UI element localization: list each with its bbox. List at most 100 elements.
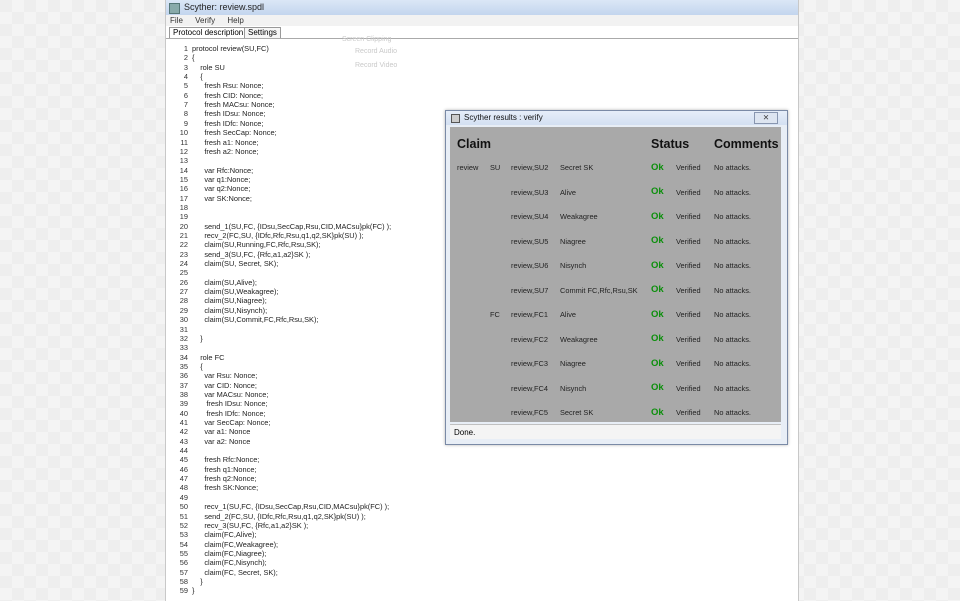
- code-line[interactable]: 47 fresh q2:Nonce;: [166, 474, 257, 484]
- code-line[interactable]: 43 var a2: Nonce: [166, 436, 251, 447]
- code-line[interactable]: 2{: [166, 53, 195, 63]
- result-id: review,FC3: [511, 359, 548, 368]
- line-number: 14: [179, 165, 188, 175]
- code-line[interactable]: 17 var SK:Nonce;: [166, 194, 252, 204]
- code-line[interactable]: 12 fresh a2: Nonce;: [166, 147, 259, 157]
- code-line[interactable]: 58 }: [166, 577, 203, 587]
- result-id: review,FC5: [511, 408, 548, 417]
- code-line[interactable]: 9 fresh IDfc: Nonce;: [166, 119, 264, 129]
- code-line[interactable]: 4 {: [166, 72, 203, 82]
- code-line[interactable]: 11 fresh a1: Nonce;: [166, 137, 258, 148]
- code-text: role SU: [192, 62, 225, 72]
- code-text: {: [192, 72, 203, 82]
- code-line[interactable]: 10 fresh SecCap: Nonce;: [166, 128, 277, 138]
- code-line[interactable]: 14 var Rfc:Nonce;: [166, 166, 253, 176]
- result-protocol: review: [457, 163, 479, 172]
- code-line[interactable]: 46 fresh q1:Nonce;: [166, 465, 257, 475]
- line-number: 28: [179, 296, 188, 306]
- code-text: fresh a2: Nonce;: [192, 146, 259, 156]
- code-line[interactable]: 52 recv_3(SU,FC, {Rfc,a1,a2}SK );: [166, 521, 308, 531]
- close-button[interactable]: ⨯: [754, 112, 778, 124]
- code-line[interactable]: 30 claim(SU,Commit,FC,Rfc,Rsu,SK);: [166, 315, 319, 325]
- code-line[interactable]: 6 fresh CID: Nonce;: [166, 91, 263, 101]
- line-number: 53: [179, 530, 188, 540]
- code-line[interactable]: 21 recv_2(FC,SU, {IDfc,Rfc,Rsu,q1,q2,SK}…: [166, 231, 364, 241]
- code-line[interactable]: 50 recv_1(SU,FC, {IDsu,SecCap,Rsu,CID,MA…: [166, 502, 389, 512]
- header-status: Status: [651, 137, 690, 151]
- code-line[interactable]: 48 fresh SK:Nonce;: [166, 483, 258, 493]
- code-text: claim(SU,Running,FC,Rfc,Rsu,SK);: [192, 240, 321, 250]
- code-line[interactable]: 3 role SU: [166, 63, 225, 73]
- code-line[interactable]: 1 protocol review(SU,FC): [166, 44, 269, 54]
- code-line[interactable]: 35 {: [166, 362, 203, 372]
- code-text: fresh MACsu: Nonce;: [192, 100, 275, 110]
- code-line[interactable]: 39 fresh IDsu: Nonce;: [166, 399, 268, 409]
- code-text: var a2: Nonce: [192, 436, 251, 446]
- code-line[interactable]: 18: [166, 203, 192, 213]
- code-line[interactable]: 27 claim(SU,Weakagree);: [166, 287, 279, 297]
- code-line[interactable]: 53 claim(FC,Alive);: [166, 530, 257, 540]
- code-line[interactable]: 45 fresh Rfc:Nonce;: [166, 455, 260, 465]
- code-text: claim(SU,Alive);: [192, 277, 257, 287]
- line-number: 11: [180, 137, 188, 147]
- code-line[interactable]: 36 var Rsu: Nonce;: [166, 371, 258, 381]
- code-line[interactable]: 25: [166, 268, 192, 278]
- code-line[interactable]: 24 claim(SU, Secret, SK);: [166, 259, 278, 269]
- code-line[interactable]: 38 var MACsu: Nonce;: [166, 390, 269, 400]
- line-number: 17: [179, 193, 188, 203]
- code-line[interactable]: 26 claim(SU,Alive);: [166, 278, 257, 288]
- code-line[interactable]: 19: [166, 212, 192, 222]
- code-line[interactable]: 57 claim(FC, Secret, SK);: [166, 568, 278, 578]
- code-line[interactable]: 34 role FC: [166, 352, 225, 363]
- menu-help[interactable]: Help: [227, 16, 243, 25]
- result-ok: Ok: [651, 259, 664, 271]
- code-line[interactable]: 23 send_3(SU,FC, {Rfc,a1,a2}SK );: [166, 250, 311, 260]
- line-number: 21: [179, 231, 188, 240]
- code-line[interactable]: 59}: [166, 586, 195, 596]
- code-line[interactable]: 22 claim(SU,Running,FC,Rfc,Rsu,SK);: [166, 240, 321, 250]
- code-text: var SK:Nonce;: [192, 193, 252, 203]
- result-claim: Alive: [560, 310, 577, 319]
- tab-settings[interactable]: Settings: [244, 27, 281, 38]
- code-line[interactable]: 56 claim(FC,Nisynch);: [166, 558, 267, 568]
- code-line[interactable]: 8 fresh IDsu: Nonce;: [166, 109, 266, 119]
- code-line[interactable]: 31: [166, 325, 192, 335]
- code-line[interactable]: 40 fresh IDfc: Nonce;: [166, 409, 266, 419]
- result-verdict: Verified: [676, 334, 701, 344]
- code-line[interactable]: 49: [166, 493, 192, 503]
- code-line[interactable]: 29 claim(SU,Nisynch);: [166, 306, 267, 316]
- code-line[interactable]: 28 claim(SU,Niagree);: [166, 296, 267, 306]
- line-number: 34: [179, 352, 188, 362]
- result-ok: Ok: [651, 161, 664, 173]
- code-line[interactable]: 37 var CID: Nonce;: [166, 381, 257, 391]
- code-line[interactable]: 7 fresh MACsu: Nonce;: [166, 100, 275, 110]
- result-claim: Nisynch: [560, 261, 587, 270]
- results-title: Scyther results : verify: [464, 113, 543, 122]
- line-number: 20: [179, 221, 188, 231]
- line-number: 56: [179, 558, 188, 568]
- code-line[interactable]: 55 claim(FC,Niagree);: [166, 549, 267, 559]
- tab-protocol-description[interactable]: Protocol description: [169, 27, 248, 38]
- code-line[interactable]: 51 send_2(FC,SU, {IDfc,Rfc,Rsu,q1,q2,SK}…: [166, 512, 366, 522]
- result-comment: No attacks.: [714, 359, 751, 368]
- menu-file[interactable]: File: [170, 16, 183, 25]
- code-text: claim(FC,Alive);: [192, 530, 257, 540]
- result-verdict: Verified: [676, 408, 701, 417]
- code-line[interactable]: 5 fresh Rsu: Nonce;: [166, 81, 264, 91]
- menu-verify[interactable]: Verify: [195, 16, 215, 25]
- code-line[interactable]: 32 }: [166, 334, 203, 344]
- code-line[interactable]: 54 claim(FC,Weakagree);: [166, 540, 278, 550]
- result-verdict: Verified: [676, 163, 701, 172]
- line-number: 26: [179, 277, 188, 287]
- code-line[interactable]: 16 var q2:Nonce;: [166, 184, 251, 194]
- code-line[interactable]: 41 var SecCap: Nonce;: [166, 418, 271, 428]
- code-line[interactable]: 33: [166, 343, 192, 353]
- code-line[interactable]: 15 var q1:Nonce;: [166, 175, 251, 185]
- result-ok: Ok: [651, 357, 664, 369]
- code-line[interactable]: 13: [166, 156, 192, 166]
- code-line[interactable]: 44: [166, 446, 192, 456]
- result-comment: No attacks.: [714, 212, 751, 221]
- code-line[interactable]: 20 send_1(SU,FC, {IDsu,SecCap,Rsu,CID,MA…: [166, 222, 391, 232]
- result-id: review,SU5: [511, 236, 549, 246]
- code-line[interactable]: 42 var a1: Nonce: [166, 427, 251, 437]
